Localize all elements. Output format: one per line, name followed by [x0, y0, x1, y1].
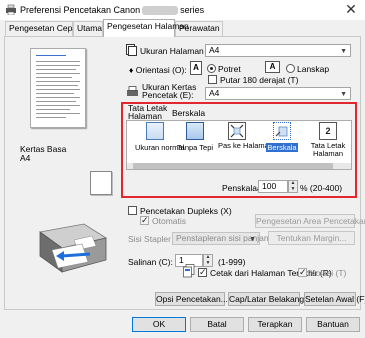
apply-button[interactable]: Terapkan [248, 317, 302, 332]
collate-checkbox[interactable] [298, 267, 307, 278]
copies-order-icon [183, 264, 195, 278]
rotate-180-checkbox[interactable] [208, 75, 217, 84]
printer-illustration-icon [39, 223, 108, 273]
stamp-background-button[interactable]: Cap/Latar Belakang... [228, 292, 311, 306]
page-preview [30, 48, 86, 128]
layout-option-borderless[interactable]: Tanpa Tepi [176, 122, 214, 152]
layout-option-label: Tata Letak Halaman [310, 141, 346, 158]
defaults-button[interactable]: Setelan Awal (F) [304, 292, 365, 306]
portrait-label: Potret [218, 64, 241, 74]
borderless-icon [186, 122, 204, 140]
landscape-icon: A [265, 61, 280, 73]
scaling-input[interactable]: 100 [258, 180, 288, 193]
normal-size-icon [146, 122, 164, 140]
print-options-button[interactable]: Opsi Pencetakan... [155, 292, 228, 306]
close-button[interactable]: ✕ [340, 1, 362, 18]
ok-button[interactable]: OK [132, 317, 186, 332]
layout-option-normal[interactable]: Ukuran normal [135, 122, 185, 152]
paper-thumbnail [90, 171, 112, 195]
redacted-model [142, 6, 179, 16]
specify-margin-button[interactable]: Tentukan Margin... [268, 231, 355, 245]
duplex-label: Pencetakan Dupleks (X) [140, 206, 232, 216]
title-bar: Preferensi Pencetakan Canon series ✕ [0, 0, 365, 20]
portrait-icon: A [190, 61, 202, 75]
page-layout-current: Berskala [172, 108, 206, 118]
copies-label: Salinan (C): [128, 257, 173, 267]
landscape-radio[interactable] [286, 64, 295, 73]
layout-option-label: Ukuran normal [135, 143, 185, 152]
copies-range: (1-999) [218, 257, 246, 267]
portrait-radio[interactable] [207, 64, 216, 73]
reverse-order-checkbox[interactable] [198, 267, 207, 278]
layout-option-label: Berskala [266, 143, 298, 152]
layout-scrollbar[interactable] [127, 163, 351, 169]
copies-stepper[interactable]: ▲ ▼ [203, 254, 213, 267]
page-size-select[interactable]: A4 ▼ [205, 44, 351, 57]
rotate-180-label: Putar 180 derajat (T) [220, 75, 299, 85]
tab-main[interactable]: Utama [73, 21, 103, 36]
printer-paper-select[interactable]: A4 ▼ [205, 87, 351, 100]
auto-duplex-checkbox[interactable] [140, 215, 149, 226]
layout-option-fit-to-page[interactable]: Pas ke Halaman [218, 122, 274, 150]
help-button[interactable]: Bantuan [306, 317, 360, 332]
fit-to-page-icon [228, 122, 246, 140]
layout-option-scaled[interactable]: Berskala [264, 122, 300, 152]
printer-paper-label: Ukuran Kertas Pencetak (E): [142, 82, 197, 100]
collate-label: Kolasi (T) [310, 268, 347, 278]
print-area-setup-button[interactable]: Pengesetan Area Pencetakan... [255, 214, 365, 228]
page-layout-2up-icon: 2 [319, 122, 337, 140]
printer-app-icon [6, 4, 16, 15]
tab-quick-setup[interactable]: Pengesetan Cepat [5, 21, 79, 36]
auto-duplex-label: Otomatis [152, 216, 187, 226]
scrollbar-thumb[interactable] [133, 163, 333, 169]
tab-page-setup[interactable]: Pengesetan Halaman [103, 19, 189, 37]
scaling-stepper[interactable]: ▲ ▼ [288, 180, 298, 193]
layout-option-label: Pas ke Halaman [218, 141, 274, 150]
paper-size-label: A4 [20, 153, 31, 163]
window-title: Preferensi Pencetakan Canon series [20, 5, 205, 16]
orientation-label: ♦ Orientasi (O): [129, 65, 187, 75]
scaled-icon [273, 122, 291, 140]
stapling-select[interactable]: Penstapleran sisi panjang (Kri) ▼ [172, 232, 292, 245]
landscape-label: Lanskap [297, 64, 330, 74]
layout-option-page-layout[interactable]: 2 Tata Letak Halaman [307, 122, 349, 158]
printer-paper-icon [127, 86, 138, 96]
page-size-icon [126, 44, 137, 56]
scaling-range: % (20-400) [300, 183, 343, 193]
layout-option-label: Tanpa Tepi [176, 143, 214, 152]
cancel-button[interactable]: Batal [190, 317, 244, 332]
duplex-checkbox[interactable] [128, 206, 137, 215]
